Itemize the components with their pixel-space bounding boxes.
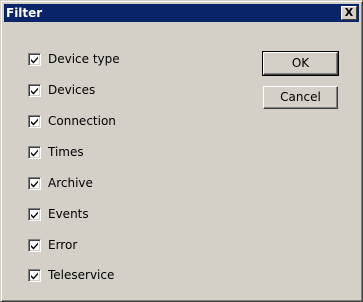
checkmark-icon [31,272,38,279]
ok-button[interactable]: OK [262,51,339,76]
events-label: Events [48,207,89,221]
checkbox-row-events[interactable]: Events [28,206,89,222]
close-icon: X [344,6,354,19]
checkmark-icon [31,149,38,156]
times-label: Times [48,145,84,159]
device-type-label: Device type [48,52,120,66]
checkbox-row-connection[interactable]: Connection [28,113,116,129]
archive-label: Archive [48,176,93,190]
times-checkbox[interactable] [28,145,41,159]
checkmark-icon [31,242,38,249]
checkbox-row-device-type[interactable]: Device type [28,51,120,67]
cancel-button[interactable]: Cancel [263,86,338,109]
teleservice-checkbox[interactable] [28,268,41,282]
device-type-checkbox[interactable] [28,52,41,66]
devices-checkbox[interactable] [28,83,41,97]
error-label: Error [48,238,78,252]
checkmark-icon [31,87,38,94]
dialog-title: Filter [6,6,43,20]
checkmark-icon [31,56,38,63]
checkbox-row-error[interactable]: Error [28,237,77,253]
connection-checkbox[interactable] [28,114,41,128]
checkbox-row-devices[interactable]: Devices [28,82,95,98]
archive-checkbox[interactable] [28,176,41,190]
checkbox-row-times[interactable]: Times [28,144,84,160]
events-checkbox[interactable] [28,207,41,221]
checkmark-icon [31,180,38,187]
error-checkbox[interactable] [28,238,41,252]
checkbox-row-teleservice[interactable]: Teleservice [28,267,114,283]
devices-label: Devices [48,83,96,97]
teleservice-label: Teleservice [48,268,115,282]
checkmark-icon [31,118,38,125]
title-bar[interactable]: Filter X [4,4,359,22]
checkmark-icon [31,211,38,218]
checkbox-row-archive[interactable]: Archive [28,175,93,191]
connection-label: Connection [48,114,116,128]
close-button[interactable]: X [341,6,357,20]
filter-dialog: Filter X Device type Devices Connection … [0,0,363,302]
